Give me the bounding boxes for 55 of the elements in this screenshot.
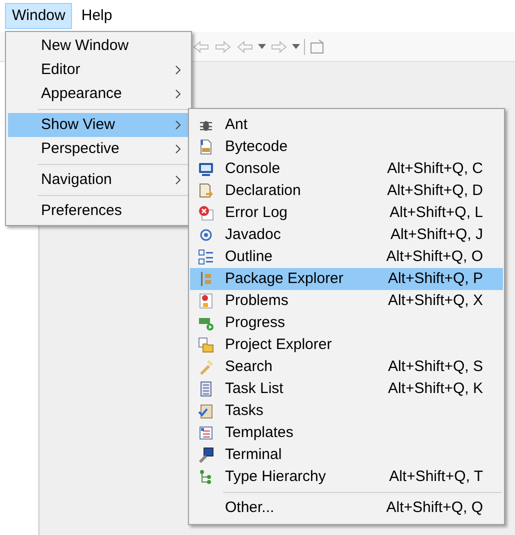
menu-item[interactable]: Outline Alt+Shift+Q, O [190,246,503,268]
error-icon [198,205,214,221]
menu-item[interactable]: Perspective [8,137,189,161]
package-tree-icon [198,271,214,287]
menu-item[interactable]: Show View [8,113,189,137]
menu-item[interactable]: Appearance [8,82,189,106]
menu-item[interactable]: Console Alt+Shift+Q, C [190,158,503,180]
caret-icon[interactable] [292,44,300,49]
menu-item[interactable]: Declaration Alt+Shift+Q, D [190,180,503,202]
binary-file-icon [198,139,214,155]
shortcut-text: Alt+Shift+Q, C [387,158,483,179]
checklist-icon [198,403,214,419]
menu-item[interactable]: Ant [190,114,503,136]
shortcut-text: Alt+Shift+Q, P [388,268,483,289]
shortcut-text: Alt+Shift+Q, K [388,378,483,399]
shortcut-text: Alt+Shift+Q, O [386,246,483,267]
menu-item[interactable]: Search Alt+Shift+Q, S [190,356,503,378]
list-icon [198,381,214,397]
menu-item[interactable]: Templates [190,422,503,444]
shortcut-text: Alt+Shift+Q, L [390,202,483,223]
menu-item[interactable]: Task List Alt+Shift+Q, K [190,378,503,400]
menu-item[interactable]: Project Explorer [190,334,503,356]
menu-item[interactable]: Javadoc Alt+Shift+Q, J [190,224,503,246]
progress-icon [198,315,214,331]
menu-item[interactable]: Editor [8,58,189,82]
shortcut-text: Alt+Shift+Q, S [388,356,483,377]
menu-item[interactable]: Tasks [190,400,503,422]
menu-item[interactable]: Bytecode [190,136,503,158]
shortcut-text: Alt+Shift+Q, J [390,224,483,245]
terminal-icon [198,447,214,463]
template-icon [198,425,214,441]
back-icon[interactable] [192,38,210,54]
menu-item[interactable]: Terminal [190,444,503,466]
shortcut-text: Alt+Shift+Q, X [388,290,483,311]
menu-item[interactable]: Type Hierarchy Alt+Shift+Q, T [190,466,503,488]
shortcut-text: Alt+Shift+Q, T [389,466,483,487]
shortcut-text: Alt+Shift+Q, Q [386,498,483,518]
menubar-item[interactable]: Help [74,3,120,29]
menu-item[interactable]: Error Log Alt+Shift+Q, L [190,202,503,224]
tree-icon [198,469,214,485]
outline-icon [198,249,214,265]
menu-item[interactable]: Preferences [8,199,189,223]
menu-item[interactable]: Progress [190,312,503,334]
caret-icon[interactable] [258,44,266,49]
menu-item[interactable]: Navigation [8,168,189,192]
menubar-item[interactable]: Window [5,3,72,29]
problems-icon [198,293,214,309]
document-arrow-icon [198,183,214,199]
shortcut-text: Alt+Shift+Q, D [387,180,483,201]
monitor-icon [198,161,214,177]
folder-icon [198,337,214,353]
menu-item[interactable]: Other... Alt+Shift+Q, Q [190,497,503,519]
menu-item[interactable]: Package Explorer Alt+Shift+Q, P [190,268,503,290]
menu-item[interactable]: Problems Alt+Shift+Q, X [190,290,503,312]
forward-icon[interactable] [214,38,232,54]
